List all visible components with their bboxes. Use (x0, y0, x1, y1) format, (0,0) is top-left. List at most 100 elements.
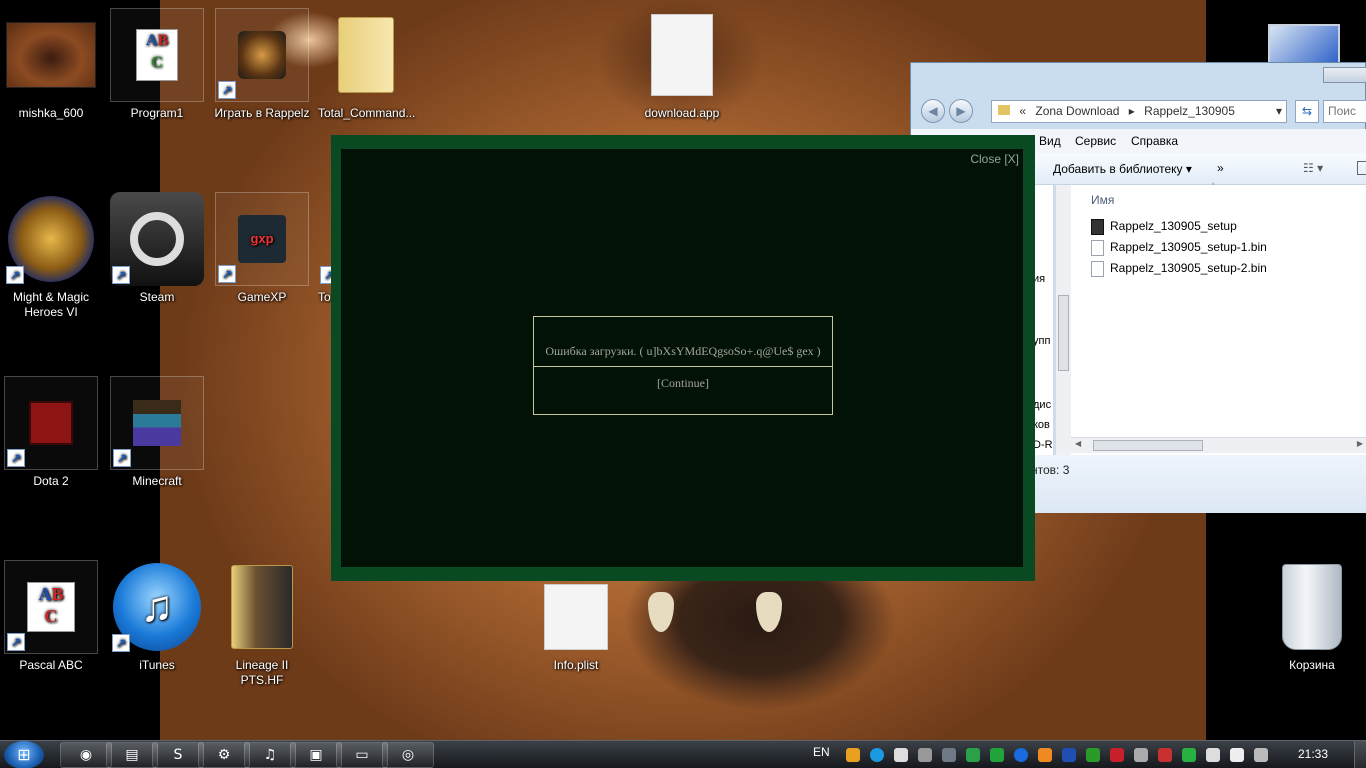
tray-tool-icon[interactable] (1134, 748, 1148, 762)
more-commands-button[interactable]: » (1217, 161, 1224, 175)
menu-item-help[interactable]: Справка (1131, 134, 1178, 148)
floppy-icon[interactable]: ▣ (290, 742, 342, 768)
blank-file-icon (529, 580, 623, 654)
add-to-library-button[interactable]: Добавить в библиотеку ▾ (1053, 162, 1192, 176)
file-row[interactable]: Rappelz_130905_setup (1091, 219, 1237, 239)
breadcrumb-item[interactable]: Rappelz_130905 (1144, 104, 1235, 118)
tray-weather-icon[interactable] (846, 748, 860, 762)
desktop-icon-minecraft[interactable]: ↗ Minecraft (109, 376, 205, 489)
nav-item-fragment[interactable]: упп (1033, 335, 1050, 347)
volume-icon[interactable] (1206, 748, 1220, 762)
forward-button[interactable]: ▶ (949, 99, 973, 123)
desktop-icon-program1[interactable]: AB C Program1 (109, 8, 205, 121)
monitor-icon[interactable]: ▭ (336, 742, 388, 768)
menu-item-tools[interactable]: Сервис (1075, 134, 1116, 148)
steam-icon[interactable]: ⚙ (198, 742, 250, 768)
desktop-icon-label: iTunes (139, 658, 175, 672)
item-count: нтов: 3 (1031, 463, 1070, 477)
shortcut-arrow-icon: ↗ (7, 449, 25, 467)
signal-icon[interactable] (1230, 748, 1244, 762)
dropdown-icon[interactable]: ▾ (1276, 101, 1282, 122)
tray-clipboard-icon[interactable] (894, 748, 908, 762)
rappelz-icon: ↗ (215, 8, 309, 102)
back-button[interactable]: ◀ (921, 99, 945, 123)
file-row[interactable]: Rappelz_130905_setup-2.bin (1091, 261, 1267, 281)
desktop-icon-pascal-abc[interactable]: AB C ↗ Pascal ABC (3, 560, 99, 673)
rappelz-icon[interactable]: ◎ (382, 742, 434, 768)
desktop-icon-recycle-bin[interactable]: Корзина (1264, 560, 1360, 673)
modal-panel: Close [X] Ошибка загрузки. ( u]bXsYMdEQg… (341, 149, 1023, 567)
tray-app-icon[interactable] (918, 748, 932, 762)
minimize-button[interactable] (1323, 67, 1366, 83)
desktop-icon-mishka[interactable]: mishka_600 (3, 8, 99, 121)
start-button[interactable]: ⊞ (4, 741, 44, 768)
menu-item-view[interactable]: Вид (1039, 134, 1061, 148)
abc-icon: AB C ↗ (4, 560, 98, 654)
tray-network-icon[interactable] (1086, 748, 1100, 762)
desktop-icon-total-commander[interactable]: Total_Command... (318, 8, 415, 121)
desktop-icon-lineage[interactable]: Lineage II PTS.HF (214, 560, 310, 688)
tray-green2-icon[interactable] (1182, 748, 1196, 762)
steam-icon: ↗ (110, 192, 204, 286)
language-indicator[interactable]: EN (813, 745, 830, 759)
desktop-icon-label: GameXP (237, 290, 287, 304)
clock[interactable]: 21:33 (1298, 747, 1328, 761)
nav-item-fragment[interactable]: дис (1033, 399, 1051, 411)
address-bar[interactable]: « Zona Download ▸ Rappelz_130905 ▾ (991, 100, 1287, 123)
desktop-icon-label: To (318, 290, 331, 304)
shortcut-arrow-icon: ↗ (113, 449, 131, 467)
horizontal-scrollbar[interactable]: ◀ ▶ (1071, 437, 1366, 453)
chrome-icon[interactable]: ◉ (60, 742, 112, 768)
desktop-icon-label: Pascal ABC (19, 658, 83, 672)
desktop-icon-dota2[interactable]: ↗ Dota 2 (3, 376, 99, 489)
skype-icon[interactable]: S (152, 742, 204, 768)
gamexp-icon: gxp ↗ (215, 192, 309, 286)
tray-steam-icon[interactable] (942, 748, 956, 762)
desktop-icon-label: mishka_600 (18, 106, 84, 120)
error-message: Ошибка загрузки. ( u]bXsYMdEQgsoSo+.q@Ue… (534, 317, 832, 367)
nav-item-fragment[interactable]: ков (1033, 419, 1050, 431)
show-desktop-button[interactable] (1354, 741, 1366, 768)
tray-green-icon[interactable] (990, 748, 1004, 762)
bluetooth-icon[interactable] (1062, 748, 1076, 762)
continue-button[interactable]: [Continue] (534, 367, 832, 415)
desktop-icon-gamexp[interactable]: gxp ↗ GameXP (214, 192, 310, 305)
search-input[interactable]: Поис (1323, 100, 1366, 123)
desktop-icon-download-app[interactable]: download.app (634, 8, 730, 121)
desktop-icon-heroes[interactable]: ↗ Might & Magic Heroes VI (3, 192, 99, 320)
bear-photo-icon (4, 8, 98, 102)
shortcut-arrow-icon: ↗ (218, 265, 236, 283)
refresh-icon[interactable]: ⇆ (1295, 100, 1319, 123)
close-button[interactable]: Close [X] (970, 152, 1019, 166)
breadcrumb-item[interactable]: Zona Download (1035, 104, 1119, 118)
desktop-icon-rappelz[interactable]: ↗ Играть в Rappelz (214, 8, 310, 121)
file-row[interactable]: Rappelz_130905_setup-1.bin (1091, 240, 1267, 260)
desktop-icon-info-plist[interactable]: Info.plist (528, 580, 624, 673)
desktop-icon-label: Играть в Rappelz (214, 106, 310, 120)
itunes-icon[interactable]: ♫ (244, 742, 296, 768)
folder-icon (215, 560, 309, 654)
nav-item-fragment[interactable]: D-R (1033, 439, 1053, 451)
antivirus-icon[interactable] (1110, 748, 1124, 762)
desktop-icon-partial[interactable]: ↗ To (318, 192, 332, 305)
tray-leaf-icon[interactable] (966, 748, 980, 762)
desktop-icon-itunes[interactable]: ♫ ↗ iTunes (109, 560, 205, 673)
view-options-icon[interactable]: ☷ ▾ (1303, 161, 1323, 175)
action-center-icon[interactable] (1254, 748, 1268, 762)
preview-pane-icon[interactable] (1357, 161, 1366, 175)
desktop-icon-label: Dota 2 (33, 474, 69, 488)
desktop-icon-label: Steam (139, 290, 175, 304)
recycle-bin-icon (1265, 560, 1359, 654)
tray-orange-icon[interactable] (1038, 748, 1052, 762)
tray-skype-icon[interactable] (870, 748, 884, 762)
navpane-scrollbar[interactable] (1055, 185, 1071, 455)
tray-red-icon[interactable] (1158, 748, 1172, 762)
sort-arrow-icon: ˄ (1211, 183, 1216, 193)
tray-circle-icon[interactable] (1014, 748, 1028, 762)
error-modal: Close [X] Ошибка загрузки. ( u]bXsYMdEQg… (331, 135, 1035, 581)
explorer-icon[interactable]: ▤ (106, 742, 158, 768)
desktop-icon-label: Program1 (130, 106, 184, 120)
setup-exe-icon (1091, 219, 1104, 235)
desktop-icon-steam[interactable]: ↗ Steam (109, 192, 205, 305)
column-header-name[interactable]: Имя (1091, 193, 1114, 207)
